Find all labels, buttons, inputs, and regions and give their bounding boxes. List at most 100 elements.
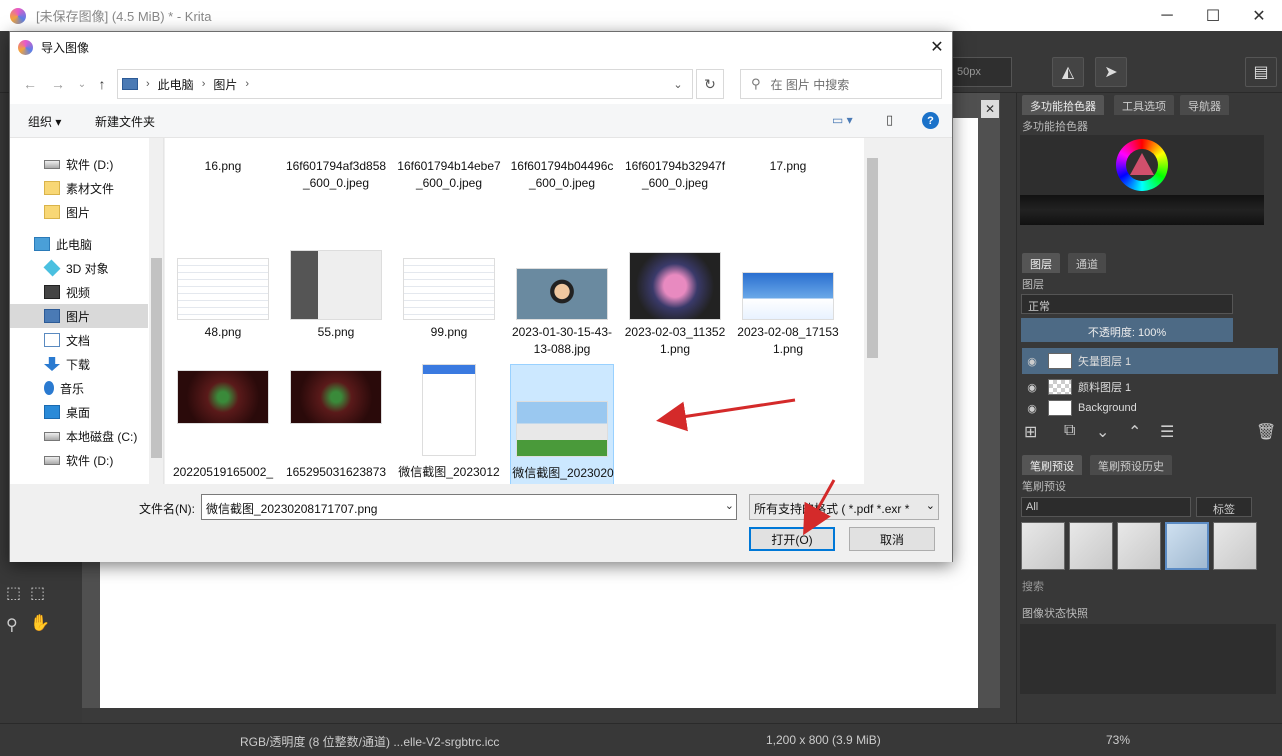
nav-item[interactable]: 视频 [10,280,148,304]
up-arrow-icon[interactable]: ↑ [92,74,112,94]
nav-item[interactable]: 桌面 [10,400,148,424]
nav-item[interactable]: 下载 [10,352,148,376]
nav-item[interactable]: 本地磁盘 (C:) [10,424,148,448]
filename-input[interactable]: 微信截图_20230208171707.png ⌄ [201,494,737,520]
visibility-icon[interactable]: ◉ [1022,402,1042,415]
nav-item[interactable]: 素材文件 [10,176,148,200]
select-rect-icon[interactable]: ⬚ [6,583,21,603]
canvas-hscroll[interactable] [82,708,1000,724]
zoom-icon[interactable]: ⚲ [6,615,18,635]
back-arrow-icon[interactable]: ← [20,74,40,94]
nav-item[interactable]: 软件 (D:) [10,448,148,472]
nav-item-label: 素材文件 [66,181,115,196]
organize-menu[interactable]: 组织 ▾ [28,113,61,130]
open-button[interactable]: 打开(O) [749,527,835,551]
chevron-down-icon[interactable]: ⌄ [72,74,92,94]
maximize-icon[interactable]: ☐ [1190,0,1236,31]
address-bar[interactable]: › 此电脑 › 图片 › ⌄ [117,69,693,99]
tab-channels[interactable]: 通道 [1068,253,1106,273]
file-item[interactable]: 20220519165002_54739.jpg [171,364,275,484]
canvas-vscroll[interactable] [1000,93,1016,723]
close-icon[interactable]: ✕ [922,32,952,62]
chevron-right-icon[interactable]: › [146,78,150,90]
layer-row[interactable]: ◉ 颜料图层 1 [1022,374,1278,400]
view-options-icon[interactable]: ▭ ▾ [832,113,853,127]
layer-row[interactable]: ◉ Background [1022,400,1278,416]
nav-item[interactable]: 3D 对象 [10,256,148,280]
nav-item-label: 视频 [66,285,91,300]
refresh-icon[interactable]: ↻ [696,69,724,99]
pan-icon[interactable]: ✋ [30,613,50,633]
tab-brush-presets[interactable]: 笔刷预设 [1022,455,1082,475]
color-wheel[interactable] [1116,139,1168,191]
brush-preset-item[interactable] [1069,522,1113,570]
tab-color-selector[interactable]: 多功能拾色器 [1022,95,1104,115]
nav-item[interactable]: 软件 (D:) [10,152,148,176]
select-lasso-icon[interactable]: ⬚ [30,583,45,603]
visibility-icon[interactable]: ◉ [1022,381,1042,394]
chevron-right-icon[interactable]: › [202,78,206,90]
new-folder-button[interactable]: 新建文件夹 [95,113,155,130]
breadcrumb-item[interactable]: 图片 [213,76,237,93]
file-item[interactable]: 2023-02-08_171531.png [736,246,840,396]
brush-filter-select[interactable]: All [1021,497,1191,517]
nav-scrollbar[interactable] [149,138,163,484]
help-icon[interactable]: ? [922,112,939,129]
cancel-button[interactable]: 取消 [849,527,935,551]
close-document-icon[interactable]: ✕ [981,100,999,118]
close-window-icon[interactable]: ✕ [1236,0,1282,31]
import-image-dialog: 导入图像 ✕ ← → ⌄ ↑ › 此电脑 › 图片 › ⌄ ↻ ⚲ 在 图片 中… [9,31,953,562]
minimize-icon[interactable]: ─ [1144,0,1190,31]
delete-layer-icon[interactable]: 🗑 [1256,422,1276,442]
chevron-right-icon[interactable]: › [245,78,249,90]
opacity-slider[interactable]: 不透明度: 100% [1021,318,1233,342]
brush-preset-item[interactable] [1213,522,1257,570]
mirror-vertical-icon[interactable]: ➤ [1095,57,1127,87]
file-list-scrollbar[interactable] [864,138,881,484]
breadcrumb-item[interactable]: 此电脑 [158,76,194,93]
tab-layers[interactable]: 图层 [1022,253,1060,273]
add-layer-icon[interactable]: ⊞ [1024,422,1037,442]
tab-tool-options[interactable]: 工具选项 [1114,95,1174,115]
dialog-footer: 文件名(N): 微信截图_20230208171707.png ⌄ 所有支持的格… [10,484,952,562]
filetype-select[interactable]: 所有支持的格式 ( *.pdf *.exr * ⌄ [749,494,939,520]
video-icon [44,285,60,299]
brush-preset-item[interactable] [1021,522,1065,570]
chevron-down-icon[interactable]: ⌄ [725,499,734,512]
workspace-icon[interactable]: ▤ [1245,57,1277,87]
nav-item[interactable]: 图片 [10,304,148,328]
nav-item[interactable]: 此电脑 [10,232,148,256]
color-history-strip[interactable] [1020,195,1264,225]
nav-item-label: 图片 [66,205,91,220]
chevron-down-icon[interactable]: ⌄ [664,70,692,98]
layer-row[interactable]: ◉ 矢量图层 1 [1022,348,1278,374]
file-name: 16f601794b32947f_600_0.jpeg [624,159,726,190]
tab-brush-history[interactable]: 笔刷预设历史 [1090,455,1172,475]
nav-item[interactable]: 文档 [10,328,148,352]
color-wheel-panel[interactable] [1020,135,1264,195]
move-up-icon[interactable]: ⌃ [1128,422,1141,442]
file-item[interactable]: 2023-02-03_113521.png [623,246,727,396]
brush-preset-item[interactable] [1165,522,1209,570]
nav-item[interactable]: 图片 [10,200,148,224]
preview-pane-icon[interactable]: ▯ [886,112,893,128]
nav-item[interactable]: 音乐 [10,376,148,400]
duplicate-layer-icon[interactable]: ⧉ [1064,422,1075,440]
brush-preset-item[interactable] [1117,522,1161,570]
search-input[interactable]: ⚲ 在 图片 中搜索 [740,69,942,99]
visibility-icon[interactable]: ◉ [1022,355,1042,368]
nav-item-label: 下载 [66,357,91,372]
move-down-icon[interactable]: ⌄ [1096,422,1109,442]
brush-tag-button[interactable]: 标签 [1196,497,1252,517]
layer-properties-icon[interactable]: ☰ [1160,422,1174,442]
brush-size-field[interactable]: 50px [952,57,1012,87]
blend-mode-select[interactable]: 正常 [1021,294,1233,314]
file-name: 微信截图_20230208171707.png [512,466,614,484]
mirror-horizontal-icon[interactable]: ◭ [1052,57,1084,87]
tab-navigator[interactable]: 导航器 [1180,95,1229,115]
file-item[interactable]: 微信截图_20230208171707.png [510,364,614,484]
file-item[interactable]: 1652950316238735.jpg [284,364,388,484]
forward-arrow-icon[interactable]: → [48,74,68,94]
brush-search[interactable]: 搜索 [1022,578,1044,594]
file-item[interactable]: 微信截图_20230129140008.png [397,364,501,484]
